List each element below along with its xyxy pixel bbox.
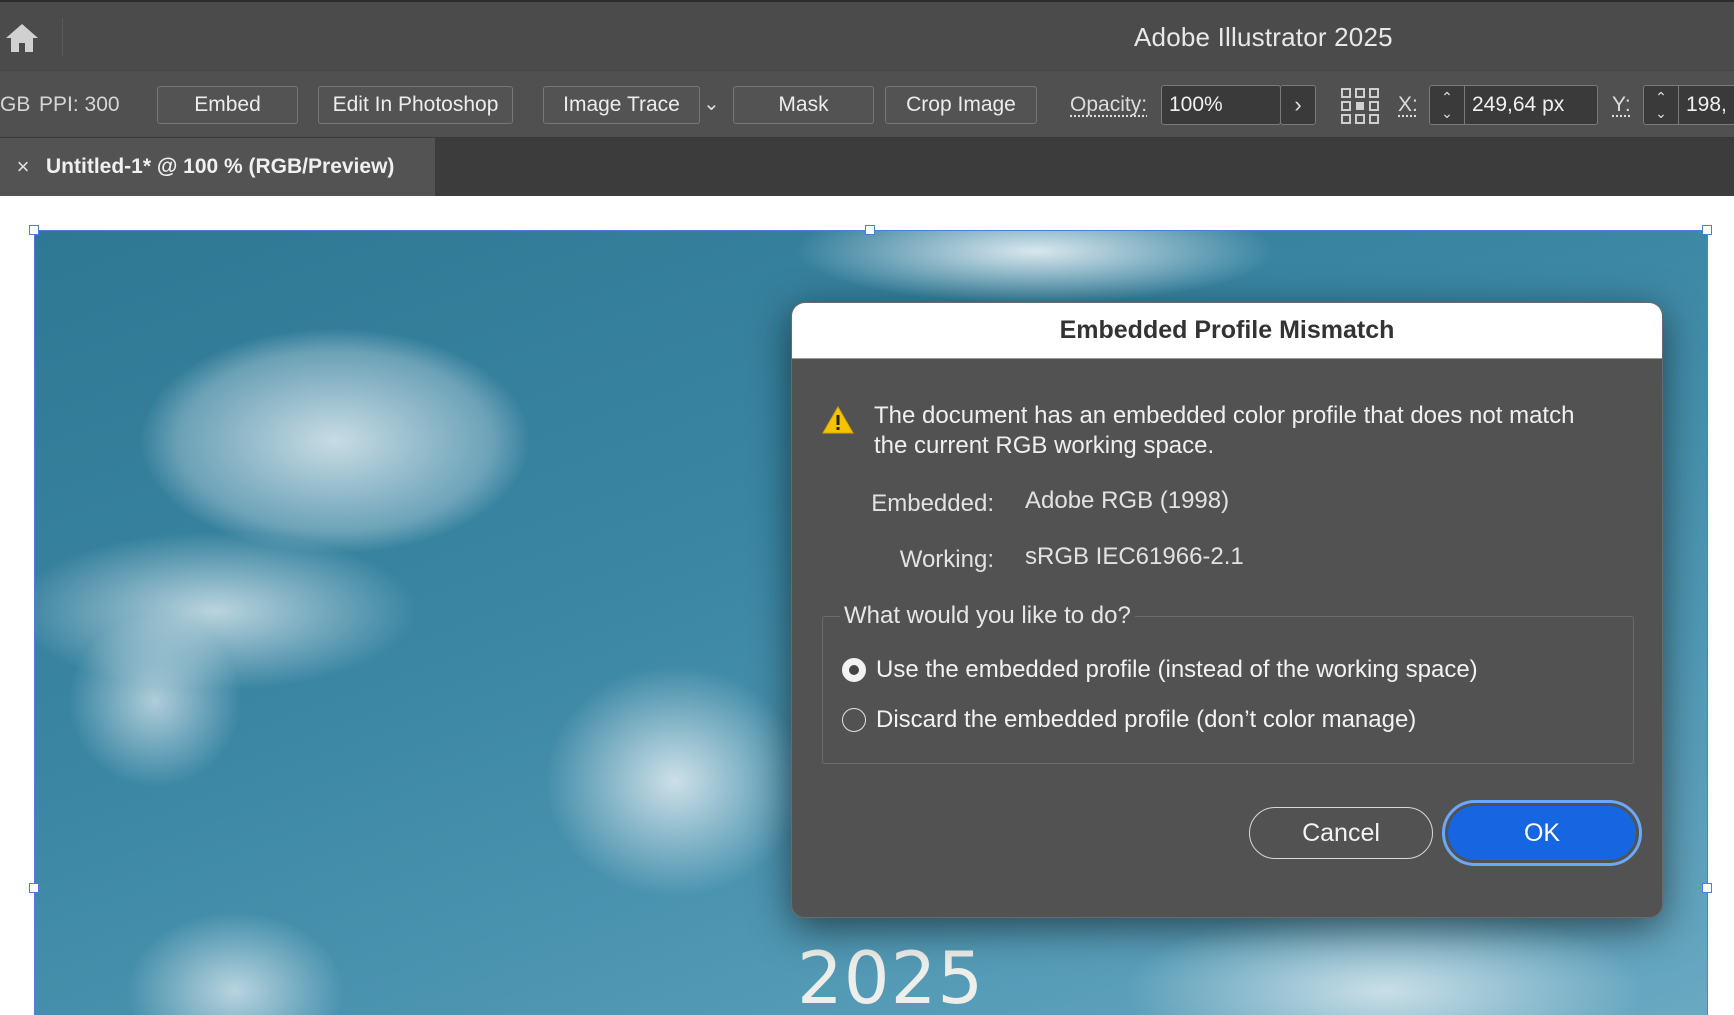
opacity-label[interactable]: Opacity: [1070,93,1147,117]
image-trace-dropdown-chevron-icon[interactable]: ⌄ [703,91,720,116]
resize-handle-top-left[interactable] [29,225,39,235]
x-label[interactable]: X: [1398,93,1418,117]
y-label[interactable]: Y: [1612,93,1631,117]
resize-handle-left[interactable] [29,883,39,893]
embed-button[interactable]: Embed [157,86,298,124]
y-down-chevron-icon[interactable]: ⌄ [1655,105,1667,121]
dialog-title: Embedded Profile Mismatch [1059,316,1395,344]
x-position-input[interactable]: 249,64 px [1464,85,1598,125]
ok-button[interactable]: OK [1448,806,1636,860]
image-trace-button[interactable]: Image Trace [543,86,700,124]
opacity-expand-chevron-icon[interactable]: › [1280,85,1316,125]
embedded-label: Embedded: [871,490,994,517]
dialog-header: Embedded Profile Mismatch [792,303,1662,359]
embedded-profile-value: Adobe RGB (1998) [1025,487,1230,514]
option-label[interactable]: Use the embedded profile (instead of the… [876,656,1478,684]
ppi-text: PPI: 300 [39,93,120,116]
home-icon [6,24,38,52]
y-up-chevron-icon[interactable]: ⌃ [1655,89,1667,105]
resize-handle-right[interactable] [1702,883,1712,893]
tab-label: Untitled-1* @ 100 % (RGB/Preview) [46,155,395,178]
title-separator [62,18,63,56]
resize-handle-top-right[interactable] [1702,225,1712,235]
color-mode-text: GB [0,93,31,116]
option-discard-embedded[interactable]: Discard the embedded profile (don’t colo… [842,706,1416,734]
home-button[interactable] [0,20,44,56]
options-question: What would you like to do? [840,602,1135,630]
working-profile-value: sRGB IEC61966-2.1 [1025,543,1244,570]
close-tab-icon[interactable]: × [12,154,34,180]
dialog-message: The document has an embedded color profi… [874,402,1575,459]
cancel-button[interactable]: Cancel [1249,807,1433,859]
resize-handle-top[interactable] [865,225,875,235]
crop-image-button[interactable]: Crop Image [885,86,1037,124]
mask-button[interactable]: Mask [733,86,874,124]
option-use-embedded[interactable]: Use the embedded profile (instead of the… [842,656,1478,684]
x-up-chevron-icon[interactable]: ⌃ [1441,89,1453,105]
options-group [822,616,1634,764]
option-label[interactable]: Discard the embedded profile (don’t colo… [876,706,1416,734]
title-bar: Adobe Illustrator 2025 [0,0,1734,70]
edit-in-photoshop-button[interactable]: Edit In Photoshop [318,86,513,124]
y-stepper[interactable]: ⌃ ⌄ [1643,85,1679,125]
control-bar: GB PPI: 300 Embed Edit In Photoshop Imag… [0,70,1734,138]
x-down-chevron-icon[interactable]: ⌄ [1441,105,1453,121]
radio-button-selected[interactable] [842,658,866,682]
embedded-profile-mismatch-dialog: Embedded Profile Mismatch The document h… [791,302,1663,918]
warning-icon [822,405,854,434]
x-stepper[interactable]: ⌃ ⌄ [1429,85,1465,125]
artwork-year-text: 2025 [797,936,985,1015]
reference-point-icon[interactable] [1340,87,1380,125]
working-label: Working: [899,546,994,573]
radio-button[interactable] [842,708,866,732]
opacity-input[interactable]: 100% [1161,85,1281,125]
tab-untitled-1[interactable]: × Untitled-1* @ 100 % (RGB/Preview) [0,138,435,196]
app-title: Adobe Illustrator 2025 [1134,22,1393,52]
y-position-input[interactable]: 198, [1678,85,1734,125]
document-tab-bar: × Untitled-1* @ 100 % (RGB/Preview) [0,138,1734,196]
